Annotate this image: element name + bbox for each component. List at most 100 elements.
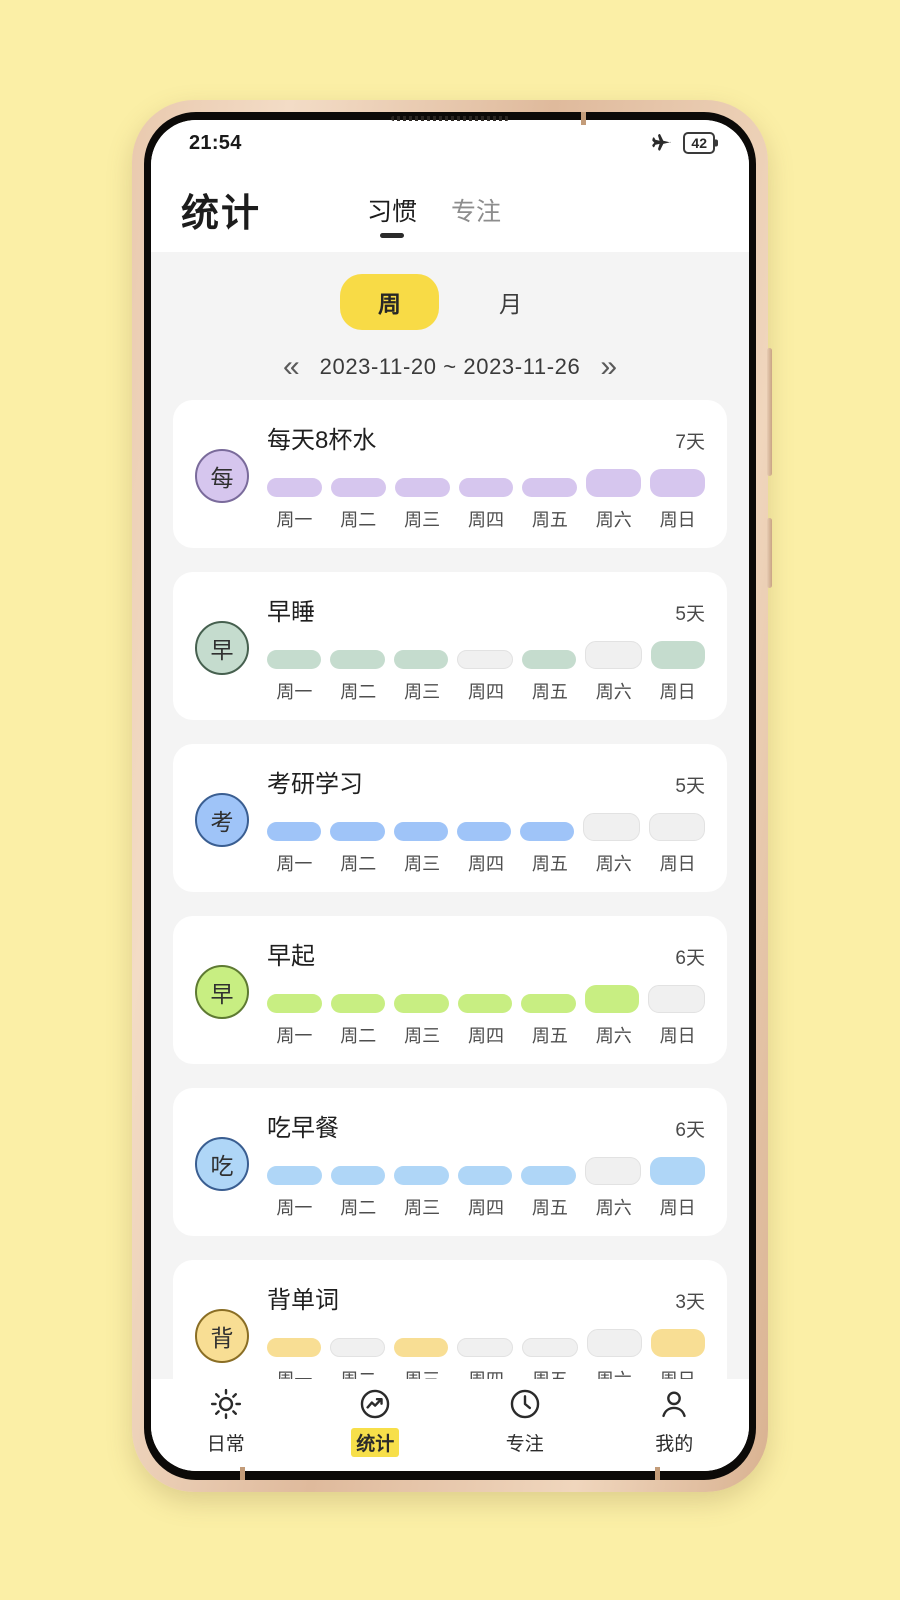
habit-week-bars: [267, 811, 705, 841]
habit-day-bar-completed[interactable]: [650, 469, 706, 497]
prev-week-icon[interactable]: «: [283, 352, 300, 382]
habit-top-row: 考研学习 5天: [267, 764, 705, 799]
habit-week-bars: [267, 1327, 706, 1357]
habit-day-bar-completed[interactable]: [267, 478, 322, 497]
habit-day-label: 周五: [522, 1366, 577, 1379]
period-toggle: 周 月: [151, 274, 749, 330]
content-scroll-area[interactable]: 周 月 « 2023-11-20 ~ 2023-11-26 » 每每天8杯水 7天…: [151, 252, 749, 1379]
nav-item-profile[interactable]: 我的: [614, 1387, 734, 1457]
habit-day-bar-completed[interactable]: [394, 478, 450, 497]
power-button[interactable]: [767, 518, 772, 588]
habit-day-bar-completed[interactable]: [394, 1166, 449, 1185]
habit-day-bar-completed[interactable]: [330, 822, 385, 841]
period-chip-week[interactable]: 周: [340, 274, 439, 330]
habit-day-bar-empty[interactable]: [329, 1338, 386, 1357]
habit-day-bar-empty[interactable]: [456, 650, 514, 669]
habit-card[interactable]: 考考研学习 5天 周一 周二 周三 周四 周五 周六 周日: [173, 744, 727, 892]
habit-day-bar-completed[interactable]: [458, 478, 514, 497]
habit-body: 背单词 3天周一周二周三周四周五周六周日: [267, 1280, 706, 1379]
habit-day-label: 周四: [468, 1026, 504, 1046]
habit-day-bar-completed[interactable]: [650, 1157, 706, 1185]
habit-day-label: 周一: [276, 1198, 313, 1218]
habit-day-bar-completed[interactable]: [267, 650, 322, 669]
habit-day-bar-completed[interactable]: [650, 641, 705, 669]
habit-name: 背单词: [267, 1287, 339, 1314]
next-week-icon[interactable]: »: [600, 352, 617, 382]
habit-day-label: 周六: [595, 854, 632, 874]
habit-day-bar-empty[interactable]: [648, 813, 705, 841]
habit-day-bar-completed[interactable]: [267, 1166, 322, 1185]
habit-streak-count: 6天: [675, 948, 705, 969]
habit-day-bar-empty[interactable]: [584, 1157, 642, 1185]
habit-day-bar-empty[interactable]: [648, 985, 706, 1013]
habit-day-label: 周三: [404, 682, 441, 702]
habit-day-bar-completed[interactable]: [457, 994, 513, 1013]
tab-habits[interactable]: 习惯: [367, 192, 417, 242]
clock-icon: [510, 1389, 539, 1419]
habit-day-bar-completed[interactable]: [520, 822, 575, 841]
habit-day-bar-completed[interactable]: [586, 469, 642, 497]
habit-day-label: 周三: [395, 1366, 450, 1379]
habit-day-bar-completed[interactable]: [521, 1166, 576, 1185]
nav-label-daily: 日常: [206, 1434, 245, 1455]
bottom-navigation: 日常 统计 专注 我的: [151, 1379, 749, 1471]
habit-card[interactable]: 背背单词 3天周一周二周三周四周五周六周日: [173, 1260, 727, 1379]
habit-day-label: 周四: [468, 510, 504, 530]
habit-day-bar-completed[interactable]: [394, 994, 449, 1013]
app-header: 统计 习惯 专注: [151, 166, 749, 252]
habit-streak-count: 3天: [675, 1292, 705, 1313]
habit-name: 每天8杯水: [267, 427, 377, 454]
habit-day-bar-completed[interactable]: [330, 650, 385, 669]
habit-day-bar-empty[interactable]: [585, 641, 642, 669]
volume-button[interactable]: [767, 348, 772, 476]
habit-day-bar-completed[interactable]: [330, 478, 386, 497]
habit-card[interactable]: 早早起 6天 周一 周二 周三 周四 周五 周六 周日: [173, 916, 727, 1064]
habit-day-labels: 周一 周二 周三 周四 周五 周六 周日: [267, 1022, 705, 1048]
nav-label-profile: 我的: [655, 1434, 694, 1455]
habit-week-bars: [267, 467, 706, 497]
habit-day-bar-completed[interactable]: [457, 1166, 513, 1185]
sun-icon: [210, 1388, 241, 1420]
habit-card[interactable]: 早早睡 5天 周一 周二 周三 周四 周五 周六 周日: [173, 572, 727, 720]
habit-day-bar-empty[interactable]: [521, 1338, 578, 1357]
habit-day-bar-completed[interactable]: [330, 1166, 386, 1185]
habit-body: 考研学习 5天 周一 周二 周三 周四 周五 周六 周日: [267, 764, 705, 876]
habit-day-bar-completed[interactable]: [522, 478, 578, 497]
habit-streak-count: 5天: [675, 776, 705, 797]
habit-day-bar-completed[interactable]: [394, 1338, 449, 1357]
habit-list: 每每天8杯水 7天 周一 周二 周三 周四 周五 周六 周日早早睡 5天 周一 周二 周三 周四 周五 周六周…: [151, 400, 749, 1379]
antenna-line-top: [581, 112, 586, 125]
habit-day-bar-completed[interactable]: [584, 985, 640, 1013]
habit-day-bar-completed[interactable]: [393, 822, 448, 841]
tab-focus[interactable]: 专注: [451, 192, 501, 242]
habit-top-row: 早起 6天: [267, 936, 705, 971]
habit-card[interactable]: 吃吃早餐 6天 周一 周二 周三 周四 周五 周六 周日: [173, 1088, 727, 1236]
habit-top-row: 背单词 3天: [267, 1280, 705, 1315]
nav-item-focus[interactable]: 专注: [465, 1387, 585, 1457]
habit-day-bar-completed[interactable]: [456, 822, 512, 841]
habit-day-label: 周一: [276, 1026, 313, 1046]
habit-name: 考研学习: [267, 771, 363, 798]
period-chip-month[interactable]: 月: [461, 274, 560, 330]
page-title: 统计: [181, 192, 262, 235]
habit-day-bar-empty[interactable]: [583, 813, 640, 841]
habit-day-label: 周日: [659, 854, 696, 874]
habit-day-bar-completed[interactable]: [267, 822, 322, 841]
habit-day-label: 周二: [331, 1366, 386, 1379]
habit-day-bar-completed[interactable]: [393, 650, 448, 669]
habit-streak-count: 7天: [675, 432, 705, 453]
habit-day-bar-completed[interactable]: [330, 994, 386, 1013]
habit-day-bar-completed[interactable]: [267, 1338, 321, 1357]
habit-card[interactable]: 每每天8杯水 7天 周一 周二 周三 周四 周五 周六 周日: [173, 400, 727, 548]
habit-avatar: 吃: [195, 1137, 249, 1191]
habit-day-bar-completed[interactable]: [522, 650, 577, 669]
nav-item-daily[interactable]: 日常: [166, 1387, 286, 1457]
habit-day-label: 周四: [468, 682, 504, 702]
habit-day-bar-completed[interactable]: [267, 994, 322, 1013]
habit-day-bar-empty[interactable]: [586, 1329, 643, 1357]
habit-week-bars: [267, 639, 705, 669]
nav-item-statistics[interactable]: 统计: [315, 1387, 435, 1457]
habit-day-bar-completed[interactable]: [521, 994, 576, 1013]
habit-day-bar-completed[interactable]: [651, 1329, 706, 1357]
habit-day-bar-empty[interactable]: [457, 1338, 513, 1357]
